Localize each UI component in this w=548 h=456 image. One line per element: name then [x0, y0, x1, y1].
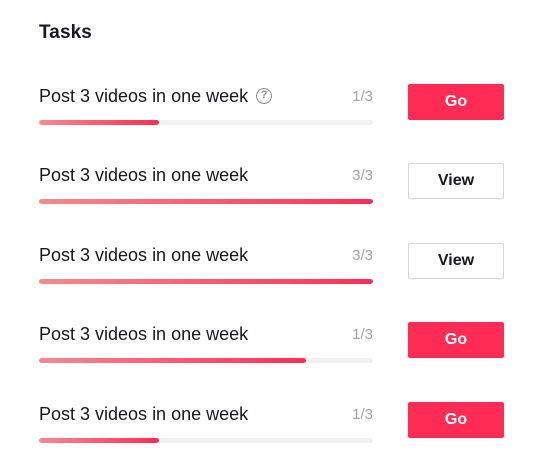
progress-bar: [39, 199, 373, 204]
task-row: Post 3 videos in one week ? 1/3 Go: [0, 84, 548, 145]
task-count: 1/3: [352, 406, 373, 423]
task-name-wrap: Post 3 videos in one week: [39, 403, 248, 425]
task-name: Post 3 videos in one week: [39, 86, 249, 106]
task-count: 3/3: [352, 247, 373, 264]
task-count: 1/3: [352, 88, 373, 105]
task-name: Post 3 videos in one week: [39, 324, 249, 344]
task-name: Post 3 videos in one week: [39, 165, 249, 185]
task-name-wrap: Post 3 videos in one week: [39, 244, 248, 266]
question-circle-icon[interactable]: ?: [256, 88, 273, 104]
task-name: Post 3 videos in one week: [39, 404, 249, 424]
progress-fill: [39, 438, 160, 443]
progress-fill: [39, 199, 373, 204]
progress-bar: [39, 279, 373, 284]
task-row: Post 3 videos in one week 1/3 Go: [0, 402, 548, 456]
progress-fill: [39, 358, 307, 363]
task-count: 3/3: [352, 167, 373, 184]
task-name-wrap: Post 3 videos in one week ?: [39, 85, 273, 107]
task-name-wrap: Post 3 videos in one week: [39, 164, 248, 186]
go-button[interactable]: Go: [408, 322, 504, 358]
go-button[interactable]: Go: [408, 84, 504, 120]
view-button[interactable]: View: [408, 243, 504, 279]
task-row: Post 3 videos in one week 3/3 View: [0, 163, 548, 224]
task-name-wrap: Post 3 videos in one week: [39, 323, 248, 345]
view-button[interactable]: View: [408, 163, 504, 199]
task-name: Post 3 videos in one week: [39, 245, 249, 265]
progress-bar: [39, 120, 373, 125]
progress-bar: [39, 438, 373, 443]
task-count: 1/3: [352, 326, 373, 343]
go-button[interactable]: Go: [408, 402, 504, 438]
progress-fill: [39, 279, 373, 284]
task-row: Post 3 videos in one week 1/3 Go: [0, 322, 548, 383]
task-row: Post 3 videos in one week 3/3 View: [0, 243, 548, 304]
panel-title: Tasks: [39, 22, 92, 43]
progress-bar: [39, 358, 373, 363]
tasks-panel: Tasks Post 3 videos in one week ? 1/3 Go…: [0, 0, 548, 456]
progress-fill: [39, 120, 160, 125]
